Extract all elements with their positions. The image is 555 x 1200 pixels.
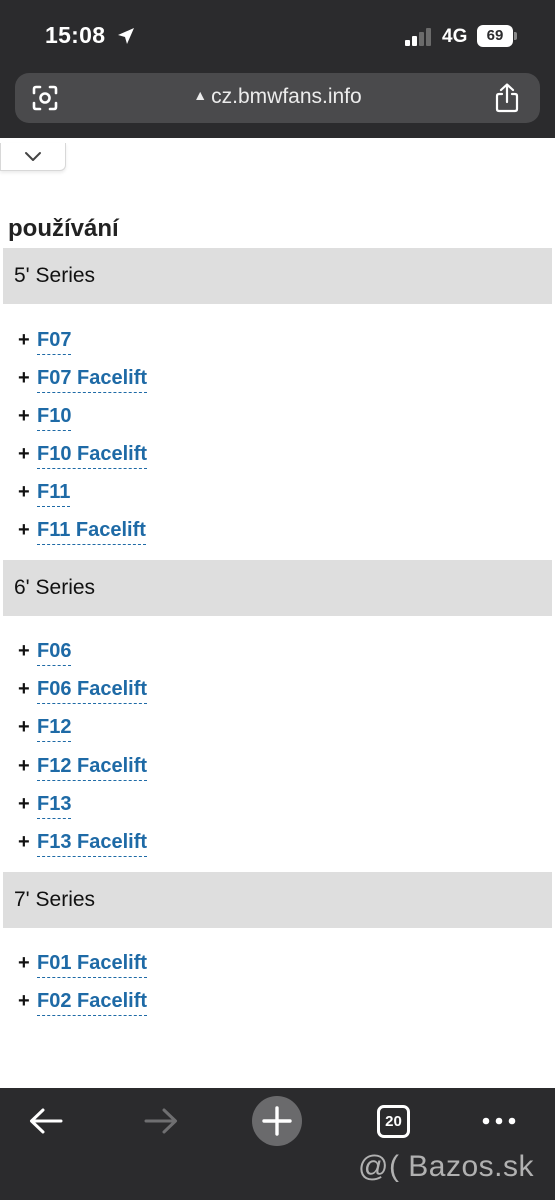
expand-plus-icon[interactable]: + xyxy=(18,640,30,663)
model-link[interactable]: F11 Facelift xyxy=(37,519,146,545)
expand-plus-icon[interactable]: + xyxy=(18,716,30,739)
battery-level: 69 xyxy=(477,25,513,47)
address-bar[interactable]: ▲ cz.bmwfans.info xyxy=(15,73,540,123)
model-link[interactable]: F06 Facelift xyxy=(37,678,148,704)
section-title: 5' Series xyxy=(14,264,96,287)
network-type: 4G xyxy=(442,26,468,47)
section-header-5-series: 5' Series xyxy=(3,248,552,304)
new-tab-button[interactable] xyxy=(252,1096,302,1146)
more-options-icon[interactable] xyxy=(481,1116,517,1126)
expand-plus-icon[interactable]: + xyxy=(18,755,30,778)
page-heading: používání xyxy=(8,215,119,242)
model-link[interactable]: F07 xyxy=(37,329,72,355)
expand-plus-icon[interactable]: + xyxy=(18,831,30,854)
forward-arrow-icon[interactable] xyxy=(143,1106,179,1136)
url-text: cz.bmwfans.info xyxy=(211,85,362,108)
model-link[interactable]: F13 Facelift xyxy=(37,831,148,857)
tab-switcher-button[interactable]: 20 xyxy=(377,1105,410,1138)
model-link[interactable]: F12 xyxy=(37,716,72,742)
back-arrow-icon[interactable] xyxy=(28,1106,64,1136)
status-time: 15:08 xyxy=(45,22,106,48)
expand-plus-icon[interactable]: + xyxy=(18,405,30,428)
battery-icon: 69 xyxy=(477,25,517,47)
model-link[interactable]: F10 Facelift xyxy=(37,443,148,469)
model-link[interactable]: F10 xyxy=(37,405,72,431)
section-header-7-series: 7' Series xyxy=(3,872,552,928)
expand-plus-icon[interactable]: + xyxy=(18,481,30,504)
plus-icon xyxy=(262,1106,292,1136)
expand-plus-icon[interactable]: + xyxy=(18,443,30,466)
model-link[interactable]: F06 xyxy=(37,640,72,666)
warning-icon: ▲ xyxy=(193,87,208,103)
expand-plus-icon[interactable]: + xyxy=(18,952,30,975)
cellular-signal-icon xyxy=(405,28,435,46)
expand-plus-icon[interactable]: + xyxy=(18,329,30,352)
expand-plus-icon[interactable]: + xyxy=(18,367,30,390)
expand-plus-icon[interactable]: + xyxy=(18,793,30,816)
section-title: 7' Series xyxy=(14,888,96,911)
model-link[interactable]: F01 Facelift xyxy=(37,952,148,978)
expand-plus-icon[interactable]: + xyxy=(18,519,30,542)
chevron-down-icon xyxy=(25,152,41,161)
watermark: @( Bazos.sk xyxy=(358,1150,534,1183)
model-link[interactable]: F11 xyxy=(37,481,71,507)
model-link[interactable]: F02 Facelift xyxy=(37,990,148,1016)
location-arrow-icon xyxy=(118,28,134,44)
model-link[interactable]: F07 Facelift xyxy=(37,367,148,393)
model-link[interactable]: F13 xyxy=(37,793,72,819)
expand-plus-icon[interactable]: + xyxy=(18,678,30,701)
share-icon[interactable] xyxy=(494,83,520,113)
section-header-6-series: 6' Series xyxy=(3,560,552,616)
expand-plus-icon[interactable]: + xyxy=(18,990,30,1013)
section-title: 6' Series xyxy=(14,576,96,599)
model-link[interactable]: F12 Facelift xyxy=(37,755,148,781)
collapse-toggle[interactable] xyxy=(0,143,66,171)
browser-top-chrome: 15:08 4G 69 ▲ cz.bmwfans.info xyxy=(0,0,555,138)
status-bar: 15:08 4G 69 xyxy=(0,0,555,72)
